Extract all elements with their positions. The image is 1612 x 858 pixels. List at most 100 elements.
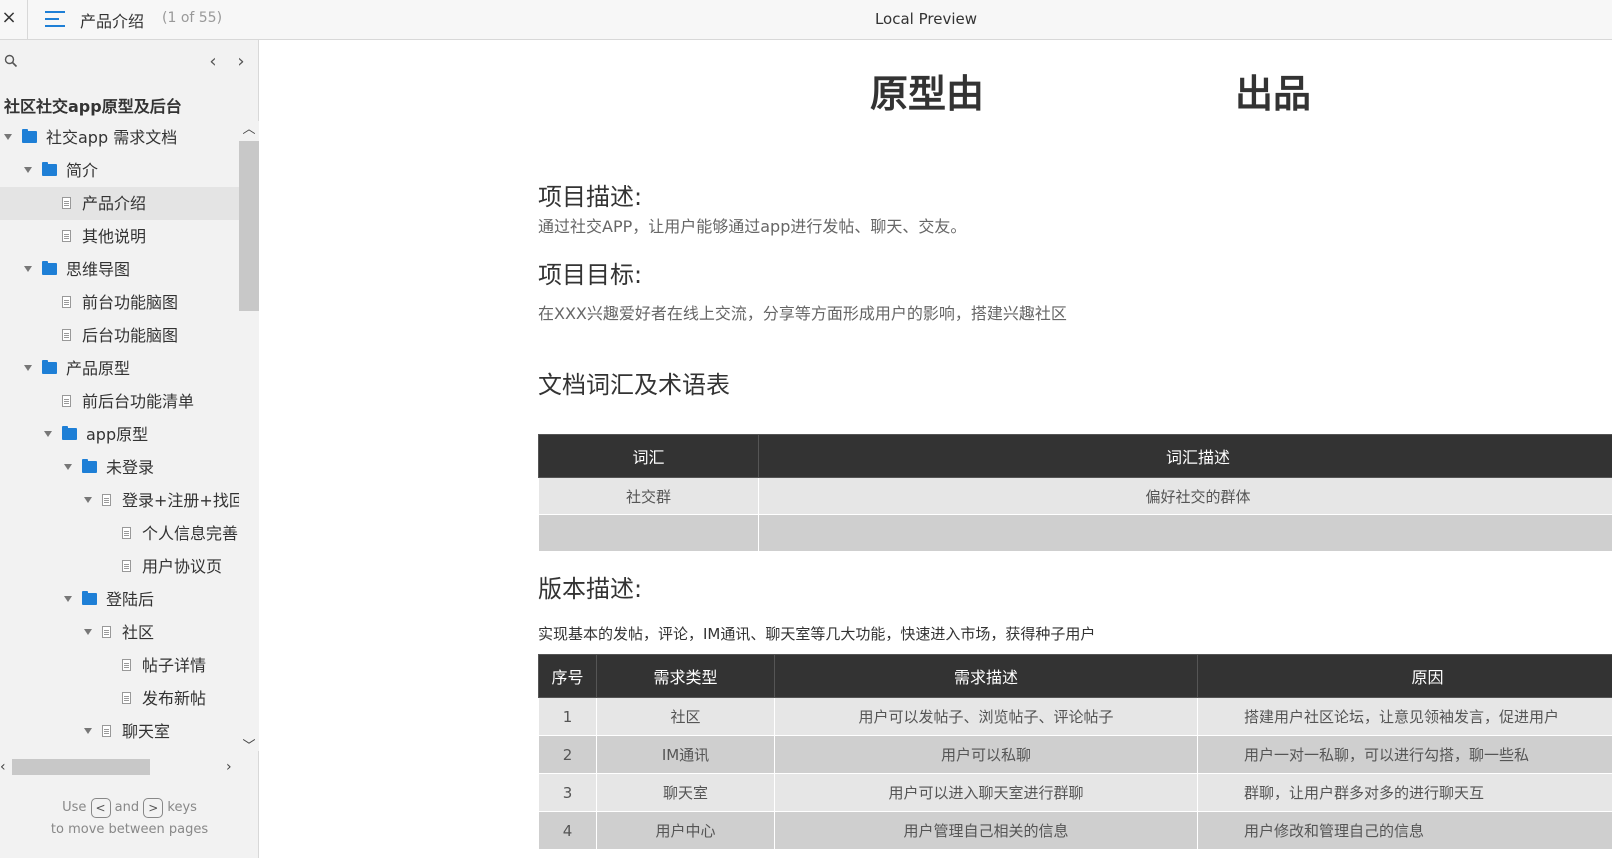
search-icon[interactable]	[4, 54, 18, 68]
expand-arrow-icon[interactable]	[84, 497, 92, 503]
page-icon	[62, 395, 71, 407]
hint-and: and	[114, 800, 140, 815]
sidebar-tree-item-label: 产品原型	[66, 359, 131, 378]
req-header-description: 需求描述	[774, 654, 1198, 698]
horizontal-scroll-thumb[interactable]	[12, 759, 150, 775]
page-icon	[122, 560, 131, 572]
sidebar-tree-item-label: 后台功能脑图	[82, 326, 179, 345]
expand-arrow-icon[interactable]	[64, 464, 72, 470]
left-key-icon: <	[90, 797, 111, 818]
sidebar-tree-item[interactable]: 其他说明	[0, 220, 239, 253]
glossary-heading: 文档词汇及术语表	[538, 371, 730, 399]
page-icon	[122, 659, 131, 671]
sidebar-tree-item[interactable]: 前台功能脑图	[0, 286, 239, 319]
brand-title-left: 原型由	[870, 72, 985, 116]
glossary-header-term: 词汇	[538, 434, 759, 478]
page-icon	[102, 626, 111, 638]
sidebar-tree-item[interactable]: 前后台功能清单	[0, 385, 239, 418]
sidebar-tree-item[interactable]: app原型	[0, 418, 239, 451]
preview-title-wrap: Local Preview	[0, 10, 1612, 28]
expand-arrow-icon[interactable]	[64, 596, 72, 602]
table-cell: 3	[538, 773, 597, 812]
scroll-up-icon[interactable]: ︿	[242, 123, 256, 137]
folder-icon	[42, 162, 57, 176]
sidebar-tree-item[interactable]: 简介	[0, 154, 239, 187]
page-icon	[102, 494, 111, 506]
sidebar-tree-item[interactable]: 产品介绍	[0, 187, 239, 220]
sidebar-tree-item[interactable]: 社交app 需求文档	[0, 121, 239, 154]
sidebar-tree-item[interactable]: 帖子详情	[0, 649, 239, 682]
top-bar: × 产品介绍 (1 of 55) Local Preview	[0, 0, 1612, 40]
sidebar-tree-item-label: 帖子详情	[142, 656, 207, 675]
table-cell: 用户可以发帖子、浏览帖子、评论帖子	[774, 697, 1198, 736]
page-icon	[62, 197, 71, 209]
brand-title-right: 出品	[1235, 72, 1312, 116]
sidebar-tree-item[interactable]: 聊天室	[0, 715, 239, 748]
sidebar-tree-item[interactable]: 思维导图	[0, 253, 239, 286]
expand-arrow-icon[interactable]	[84, 629, 92, 635]
table-row: 社交群 偏好社交的群体	[538, 477, 1612, 515]
folder-icon	[82, 591, 97, 605]
project-goal-text: 在XXX兴趣爱好者在线上交流，分享等方面形成用户的影响，搭建兴趣社区	[538, 304, 1067, 323]
sidebar-tree-item-label: 发布新帖	[142, 689, 207, 708]
hint-use: Use	[62, 800, 87, 815]
page-icon	[62, 230, 71, 242]
project-title: 社区社交app原型及后台	[4, 97, 182, 116]
sidebar-tree-item[interactable]: 登录+注册+找回	[0, 484, 239, 517]
scroll-down-icon[interactable]: ﹀	[242, 740, 256, 754]
page-icon	[102, 725, 111, 737]
table-cell: 用户一对一私聊，可以进行勾搭，聊一些私	[1197, 735, 1612, 774]
page-icon	[62, 329, 71, 341]
scroll-right-icon[interactable]: ›	[226, 757, 232, 777]
page-icon	[122, 692, 131, 704]
sidebar-tree-item[interactable]: 用户协议页	[0, 550, 239, 583]
expand-arrow-icon[interactable]	[24, 266, 32, 272]
table-row	[538, 514, 1612, 552]
folder-icon	[42, 360, 57, 374]
expand-arrow-icon[interactable]	[84, 728, 92, 734]
previous-page-button[interactable]: ‹	[204, 52, 222, 72]
version-heading: 版本描述:	[538, 575, 643, 603]
sidebar-tree-item[interactable]: 个人信息完善	[0, 517, 239, 550]
sidebar-tree-item-label: 登录+注册+找回	[122, 491, 239, 510]
sidebar-tree-item[interactable]: 发布新帖	[0, 682, 239, 715]
next-page-button[interactable]: ›	[232, 52, 250, 72]
table-cell: 用户修改和管理自己的信息	[1197, 811, 1612, 850]
sidebar-tree-item-label: 思维导图	[66, 260, 131, 279]
req-header-reason: 原因	[1197, 654, 1612, 698]
folder-icon	[62, 426, 77, 440]
table-cell: 群聊，让用户群多对多的进行聊天互	[1197, 773, 1612, 812]
sidebar-tree-item[interactable]: 未登录	[0, 451, 239, 484]
glossary-header-description: 词汇描述	[758, 434, 1612, 478]
expand-arrow-icon[interactable]	[4, 134, 12, 140]
tree-vertical-scrollbar[interactable]: ︿ ﹀	[239, 121, 259, 754]
sidebar-tree-item[interactable]: 产品原型	[0, 352, 239, 385]
expand-arrow-icon[interactable]	[24, 167, 32, 173]
sidebar-tree-item[interactable]: 社区	[0, 616, 239, 649]
table-row: 4 用户中心 用户管理自己相关的信息 用户修改和管理自己的信息	[538, 811, 1612, 850]
project-description-text: 通过社交APP，让用户能够通过app进行发帖、聊天、交友。	[538, 217, 967, 236]
expand-arrow-icon[interactable]	[44, 431, 52, 437]
sidebar-tree-item-label: 前后台功能清单	[82, 392, 195, 411]
sidebar-tree-item[interactable]: 聊天室用户	[0, 748, 239, 751]
document-content: 原型由 出品 项目描述: 通过社交APP，让用户能够通过app进行发帖、聊天、交…	[260, 41, 1612, 858]
table-cell	[758, 514, 1612, 552]
page-icon	[122, 527, 131, 539]
sidebar-tree-item-label: app原型	[86, 425, 149, 444]
expand-arrow-icon[interactable]	[24, 365, 32, 371]
tree-horizontal-scrollbar[interactable]: ‹ ›	[0, 757, 240, 777]
table-row: 1 社区 用户可以发帖子、浏览帖子、评论帖子 搭建用户社区论坛，让意见领袖发言，…	[538, 697, 1612, 736]
scroll-thumb[interactable]	[239, 141, 259, 311]
sidebar-tree-item-label: 简介	[66, 161, 99, 180]
table-cell: 社交群	[538, 477, 759, 515]
sidebar-tree-item[interactable]: 后台功能脑图	[0, 319, 239, 352]
sidebar-tree-item-label: 产品介绍	[82, 194, 147, 213]
sidebar-tree-item[interactable]: 登陆后	[0, 583, 239, 616]
sidebar-tree-item-label: 未登录	[106, 458, 155, 477]
table-cell: 1	[538, 697, 597, 736]
sidebar: ‹ › 社区社交app原型及后台 社交app 需求文档简介产品介绍其他说明思维导…	[0, 40, 259, 858]
table-row: 2 IM通讯 用户可以私聊 用户一对一私聊，可以进行勾搭，聊一些私	[538, 735, 1612, 774]
scroll-left-icon[interactable]: ‹	[0, 757, 6, 777]
table-cell	[538, 514, 759, 552]
table-cell: 4	[538, 811, 597, 850]
